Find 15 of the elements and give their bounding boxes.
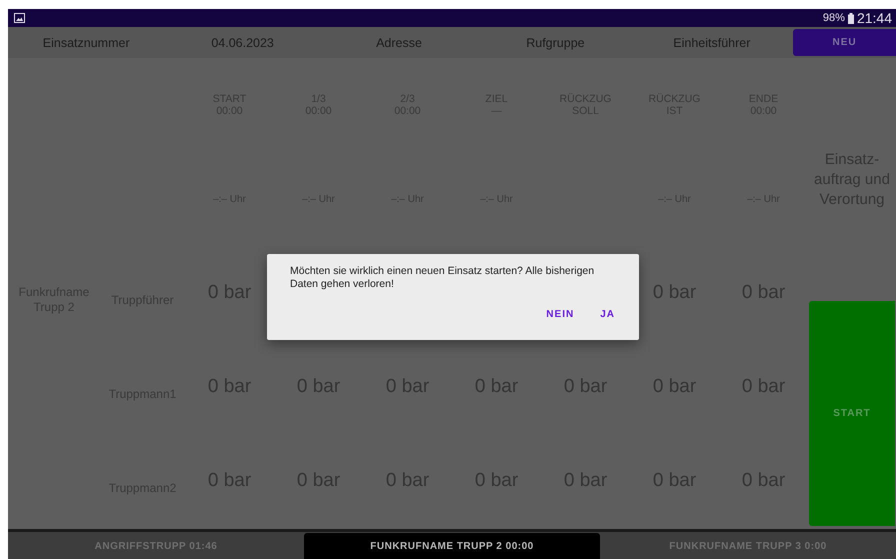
header-field[interactable]: Adresse <box>320 27 478 58</box>
dialog-button[interactable]: JA <box>594 305 621 324</box>
new-button[interactable]: NEU <box>793 29 896 56</box>
header-field[interactable]: Einsatznummer <box>8 27 164 58</box>
header-field[interactable]: 04.06.2023 <box>164 27 321 58</box>
start-button[interactable]: START <box>809 301 895 526</box>
dialog-button[interactable]: NEIN <box>540 305 580 324</box>
clock-time: 21:44 <box>856 10 892 26</box>
team-tab[interactable]: FUNKRUFNAME TRUPP 2 00:00 <box>304 533 600 559</box>
dialog-message: Möchten sie wirklich einen neuen Einsatz starten? Alle bisherigen Daten gehen verloren! <box>290 265 596 291</box>
header-field[interactable]: Einheitsführer <box>634 27 790 58</box>
battery-icon <box>848 12 854 24</box>
image-icon <box>14 13 25 23</box>
header-field[interactable]: Rufgruppe <box>477 27 634 58</box>
battery-level: 98% <box>822 12 845 24</box>
